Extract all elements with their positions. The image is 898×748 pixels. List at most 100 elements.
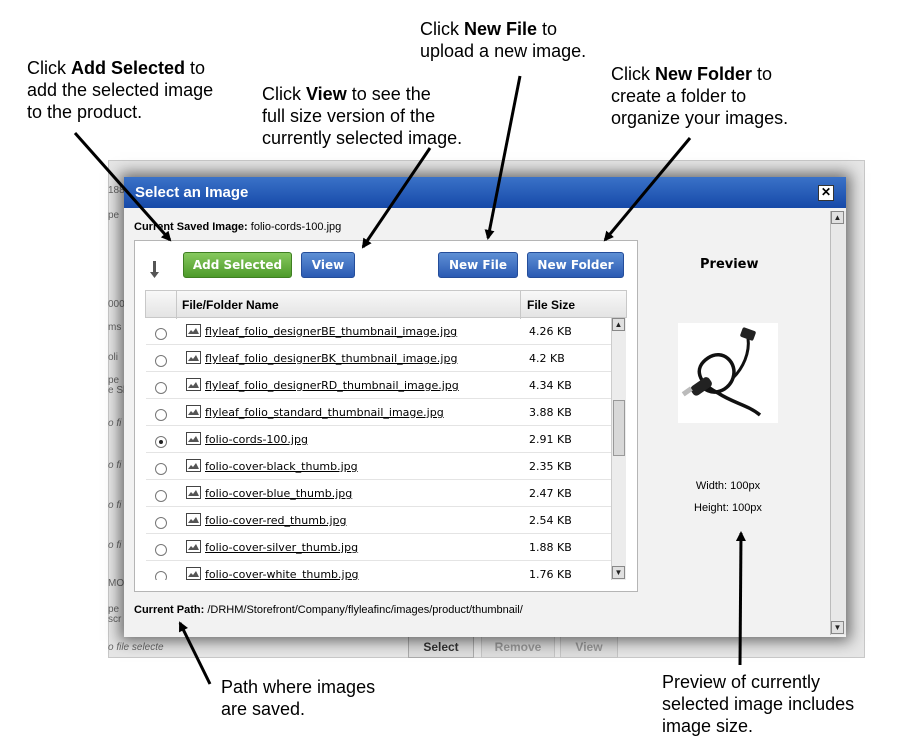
table-row[interactable]: flyleaf_folio_designerRD_thumbnail_image… bbox=[146, 372, 612, 399]
image-file-icon bbox=[186, 567, 201, 580]
file-size: 4.34 KB bbox=[529, 379, 572, 392]
row-radio[interactable] bbox=[155, 328, 167, 340]
background-select-button: Select bbox=[408, 636, 474, 658]
dialog-scroll-down-icon[interactable]: ▼ bbox=[831, 621, 844, 634]
file-name-link[interactable]: folio-cover-white_thumb.jpg bbox=[205, 568, 359, 580]
image-file-icon bbox=[186, 459, 201, 472]
background-text: MO bbox=[108, 578, 125, 589]
file-size: 4.26 KB bbox=[529, 325, 572, 338]
new-folder-button[interactable]: New Folder bbox=[527, 252, 624, 278]
background-text: 000 bbox=[108, 299, 125, 310]
row-radio[interactable] bbox=[155, 517, 167, 529]
file-name-link[interactable]: folio-cover-silver_thumb.jpg bbox=[205, 541, 358, 554]
table-row[interactable]: folio-cover-white_thumb.jpg 1.76 KB bbox=[146, 561, 612, 580]
view-button[interactable]: View bbox=[301, 252, 355, 278]
image-file-icon bbox=[186, 432, 201, 445]
row-radio[interactable] bbox=[155, 490, 167, 502]
row-radio[interactable] bbox=[155, 436, 167, 448]
column-header-size[interactable]: File Size bbox=[527, 298, 575, 312]
row-radio[interactable] bbox=[155, 463, 167, 475]
file-size: 3.88 KB bbox=[529, 406, 572, 419]
table-row[interactable]: flyleaf_folio_standard_thumbnail_image.j… bbox=[146, 399, 612, 426]
image-file-icon bbox=[186, 405, 201, 418]
table-row[interactable]: folio-cover-blue_thumb.jpg 2.47 KB bbox=[146, 480, 612, 507]
file-size: 2.35 KB bbox=[529, 460, 572, 473]
file-name-link[interactable]: folio-cover-blue_thumb.jpg bbox=[205, 487, 352, 500]
dialog-titlebar[interactable]: Select an Image ✕ bbox=[124, 177, 846, 208]
preview-image bbox=[678, 323, 778, 423]
callout-add-selected: Click Add Selected to add the selected i… bbox=[27, 58, 214, 122]
callout-new-folder: Click New Folder to create a folder to o… bbox=[611, 64, 789, 128]
row-radio[interactable] bbox=[155, 409, 167, 421]
column-header-name[interactable]: File/Folder Name bbox=[182, 298, 279, 312]
scroll-up-icon[interactable]: ▲ bbox=[612, 318, 625, 331]
background-text: o fi bbox=[108, 460, 122, 471]
row-radio[interactable] bbox=[155, 382, 167, 394]
image-file-icon bbox=[186, 324, 201, 337]
new-file-button[interactable]: New File bbox=[438, 252, 518, 278]
scroll-thumb[interactable] bbox=[613, 400, 625, 456]
file-name-link[interactable]: flyleaf_folio_standard_thumbnail_image.j… bbox=[205, 406, 444, 419]
current-saved-image: Current Saved Image: folio-cords-100.jpg bbox=[134, 221, 341, 233]
add-selected-button[interactable]: Add Selected bbox=[183, 252, 292, 278]
callout-path: Path where images are saved. bbox=[221, 677, 376, 719]
callout-view: Click View to see the full size version … bbox=[262, 84, 463, 148]
table-row[interactable]: folio-cords-100.jpg 2.91 KB bbox=[146, 426, 612, 453]
file-name-link[interactable]: folio-cover-black_thumb.jpg bbox=[205, 460, 358, 473]
row-radio[interactable] bbox=[155, 355, 167, 367]
saved-image-label: Current Saved Image: bbox=[134, 221, 248, 233]
folder-up-icon[interactable] bbox=[148, 261, 160, 279]
file-name-link[interactable]: flyleaf_folio_designerRD_thumbnail_image… bbox=[205, 379, 459, 392]
image-file-icon bbox=[186, 351, 201, 364]
background-text: o file selecte bbox=[108, 642, 164, 653]
background-text: scr bbox=[108, 614, 122, 625]
file-size: 1.76 KB bbox=[529, 568, 572, 580]
select-image-dialog: Select an Image ✕ Current Saved Image: f… bbox=[124, 177, 846, 637]
background-remove-button: Remove bbox=[481, 636, 555, 658]
table-row[interactable]: folio-cover-silver_thumb.jpg 1.88 KB bbox=[146, 534, 612, 561]
image-file-icon bbox=[186, 378, 201, 391]
image-file-icon bbox=[186, 540, 201, 553]
file-table-header: File/Folder Name File Size bbox=[145, 290, 627, 319]
table-row[interactable]: flyleaf_folio_designerBE_thumbnail_image… bbox=[146, 318, 612, 345]
background-text: oli bbox=[108, 352, 119, 363]
dialog-scroll-up-icon[interactable]: ▲ bbox=[831, 211, 844, 224]
background-view-button: View bbox=[560, 636, 618, 658]
callout-preview: Preview of currently selected image incl… bbox=[662, 672, 855, 736]
file-name-link[interactable]: folio-cover-red_thumb.jpg bbox=[205, 514, 346, 527]
dialog-scrollbar[interactable]: ▲ ▼ bbox=[830, 211, 846, 635]
table-row[interactable]: flyleaf_folio_designerBK_thumbnail_image… bbox=[146, 345, 612, 372]
current-path: Current Path: /DRHM/Storefront/Company/f… bbox=[134, 604, 523, 616]
file-size: 2.54 KB bbox=[529, 514, 572, 527]
file-size: 4.2 KB bbox=[529, 352, 565, 365]
dialog-title: Select an Image bbox=[135, 184, 249, 201]
preview-label: Preview bbox=[700, 257, 759, 272]
callout-new-file: Click New File to upload a new image. bbox=[420, 19, 587, 61]
table-row[interactable]: folio-cover-black_thumb.jpg 2.35 KB bbox=[146, 453, 612, 480]
background-text: o fi bbox=[108, 418, 122, 429]
image-file-icon bbox=[186, 513, 201, 526]
file-name-link[interactable]: flyleaf_folio_designerBK_thumbnail_image… bbox=[205, 352, 457, 365]
scroll-down-icon[interactable]: ▼ bbox=[612, 566, 625, 579]
file-list-scrollbar[interactable]: ▲ ▼ bbox=[611, 318, 626, 580]
background-text: o fi bbox=[108, 500, 122, 511]
file-name-link[interactable]: flyleaf_folio_designerBE_thumbnail_image… bbox=[205, 325, 457, 338]
saved-image-value: folio-cords-100.jpg bbox=[250, 221, 342, 233]
row-radio[interactable] bbox=[155, 571, 167, 580]
preview-height: Height: 100px bbox=[694, 502, 762, 514]
table-row[interactable]: folio-cover-red_thumb.jpg 2.54 KB bbox=[146, 507, 612, 534]
file-name-link[interactable]: folio-cords-100.jpg bbox=[205, 433, 308, 446]
current-path-value: /DRHM/Storefront/Company/flyleafinc/imag… bbox=[207, 604, 523, 616]
background-text: 188 bbox=[108, 185, 125, 196]
file-size: 2.91 KB bbox=[529, 433, 572, 446]
preview-width: Width: 100px bbox=[695, 480, 761, 492]
background-text: ms bbox=[108, 322, 122, 333]
background-text: pe bbox=[108, 210, 120, 221]
file-size: 1.88 KB bbox=[529, 541, 572, 554]
row-radio[interactable] bbox=[155, 544, 167, 556]
close-icon[interactable]: ✕ bbox=[818, 185, 834, 201]
file-size: 2.47 KB bbox=[529, 487, 572, 500]
current-path-label: Current Path: bbox=[134, 604, 205, 616]
background-text: o fi bbox=[108, 540, 122, 551]
image-file-icon bbox=[186, 486, 201, 499]
